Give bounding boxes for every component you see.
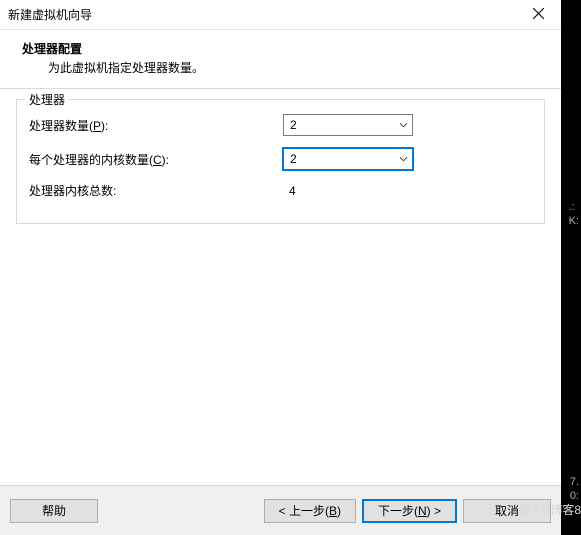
cores-value: 2 [290, 152, 297, 166]
wizard-footer: 帮助 < 上一步(B) 下一步(N) > 取消 [0, 485, 561, 535]
close-button[interactable] [515, 0, 561, 30]
help-button[interactable]: 帮助 [10, 499, 98, 523]
bg-fragment: .: K: [569, 200, 579, 228]
processors-value: 2 [290, 118, 297, 132]
header-title: 处理器配置 [22, 40, 547, 57]
total-label: 处理器内核总数: [29, 182, 283, 199]
header-subtitle: 为此虚拟机指定处理器数量。 [22, 59, 547, 76]
content-area: 处理器 处理器数量(P): 2 每个处理器的内核数量(C): 2 [0, 89, 561, 485]
chevron-down-icon [399, 156, 408, 162]
row-cores: 每个处理器的内核数量(C): 2 [29, 148, 532, 170]
close-icon [533, 8, 544, 22]
total-value: 4 [283, 184, 296, 198]
watermark: @ TO博客8 [519, 501, 581, 518]
bg-fragment: 7. 0: [570, 475, 579, 503]
wizard-header: 处理器配置 为此虚拟机指定处理器数量。 [0, 30, 561, 88]
window-title: 新建虚拟机向导 [8, 6, 92, 23]
row-total: 处理器内核总数: 4 [29, 182, 532, 199]
wizard-dialog: 新建虚拟机向导 处理器配置 为此虚拟机指定处理器数量。 处理器 处理器数量(P)… [0, 0, 561, 535]
processors-label: 处理器数量(P): [29, 117, 283, 134]
processor-groupbox: 处理器 处理器数量(P): 2 每个处理器的内核数量(C): 2 [16, 99, 545, 224]
cores-dropdown[interactable]: 2 [283, 148, 413, 170]
titlebar: 新建虚拟机向导 [0, 0, 561, 30]
processors-dropdown[interactable]: 2 [283, 114, 413, 136]
cores-label: 每个处理器的内核数量(C): [29, 151, 283, 168]
row-processors: 处理器数量(P): 2 [29, 114, 532, 136]
groupbox-label: 处理器 [25, 91, 69, 108]
next-button[interactable]: 下一步(N) > [362, 499, 457, 523]
chevron-down-icon [399, 122, 408, 128]
back-button[interactable]: < 上一步(B) [264, 499, 356, 523]
